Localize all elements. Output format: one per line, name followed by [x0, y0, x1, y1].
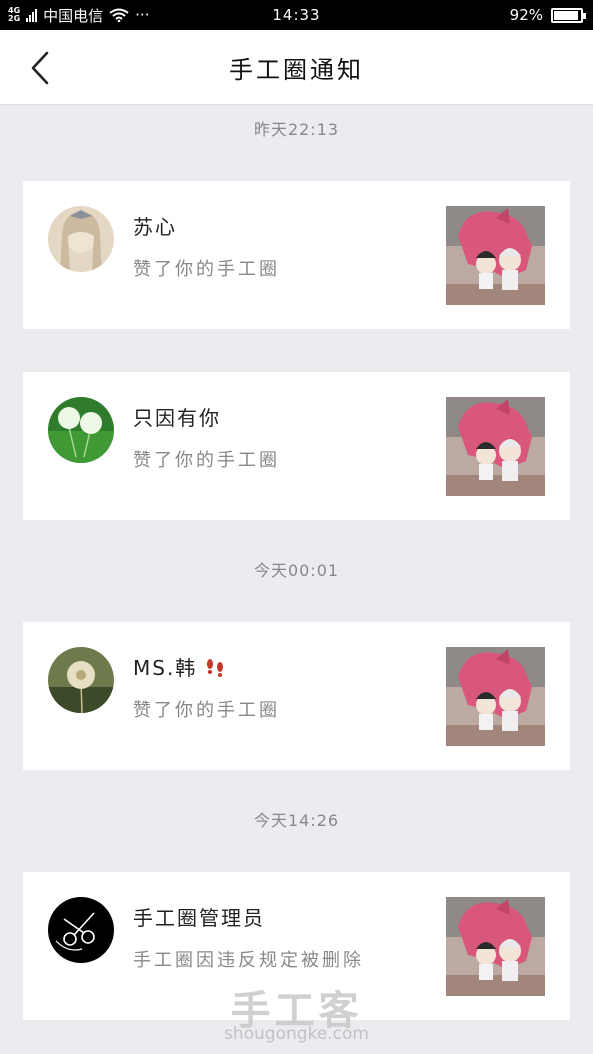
notification-message: 赞了你的手工圈 — [133, 450, 280, 471]
notification-message: 赞了你的手工圈 — [133, 259, 280, 280]
time-label: 昨天22:13 — [253, 120, 340, 139]
avatar[interactable] — [48, 897, 114, 963]
wifi-icon — [109, 8, 129, 22]
sender-name-text: MS.韩 — [133, 656, 198, 680]
page-title: 手工圈通知 — [229, 55, 364, 84]
watermark-domain: shougongke.com — [224, 1024, 369, 1044]
status-bar: 4G 2G 中国电信 ··· 14:33 92% — [0, 0, 593, 30]
footprints-icon — [207, 658, 224, 677]
status-bar-left: 4G 2G 中国电信 ··· — [8, 5, 149, 26]
post-thumbnail[interactable] — [446, 647, 545, 746]
network-type-bottom: 2G — [8, 14, 21, 23]
post-thumbnail[interactable] — [446, 897, 545, 996]
sender-name: MS.韩 — [133, 652, 227, 681]
notification-card[interactable]: 苏心 赞了你的手工圈 — [23, 181, 570, 329]
time-label: 今天14:26 — [253, 811, 340, 830]
battery-icon — [551, 7, 586, 23]
time-label: 今天00:01 — [253, 561, 340, 580]
back-button[interactable] — [22, 50, 58, 86]
notification-card[interactable]: MS.韩 赞了你的手工圈 — [23, 622, 570, 770]
notification-card[interactable]: 手工圈管理员 手工圈因违反规定被删除 — [23, 872, 570, 1020]
sender-name: 只因有你 — [133, 406, 221, 430]
notification-message: 手工圈因违反规定被删除 — [133, 950, 364, 971]
nav-bar: 手工圈通知 — [0, 30, 593, 105]
battery-percent: 92% — [509, 6, 543, 24]
chevron-left-icon — [31, 51, 49, 85]
sender-name: 手工圈管理员 — [133, 906, 265, 930]
scissors-logo-icon — [48, 897, 114, 963]
notification-message: 赞了你的手工圈 — [133, 700, 280, 721]
post-thumbnail[interactable] — [446, 206, 545, 305]
network-type-indicator: 4G 2G — [8, 7, 20, 23]
signal-icon — [26, 8, 38, 22]
battery-level — [554, 10, 578, 20]
avatar[interactable] — [48, 647, 114, 713]
carrier-name: 中国电信 — [43, 6, 104, 25]
status-bar-right: 92% — [509, 6, 586, 24]
more-dots-icon: ··· — [135, 6, 150, 24]
avatar[interactable] — [48, 397, 114, 463]
notification-card[interactable]: 只因有你 赞了你的手工圈 — [23, 372, 570, 520]
post-thumbnail[interactable] — [446, 397, 545, 496]
sender-name: 苏心 — [133, 215, 177, 239]
avatar[interactable] — [48, 206, 114, 272]
